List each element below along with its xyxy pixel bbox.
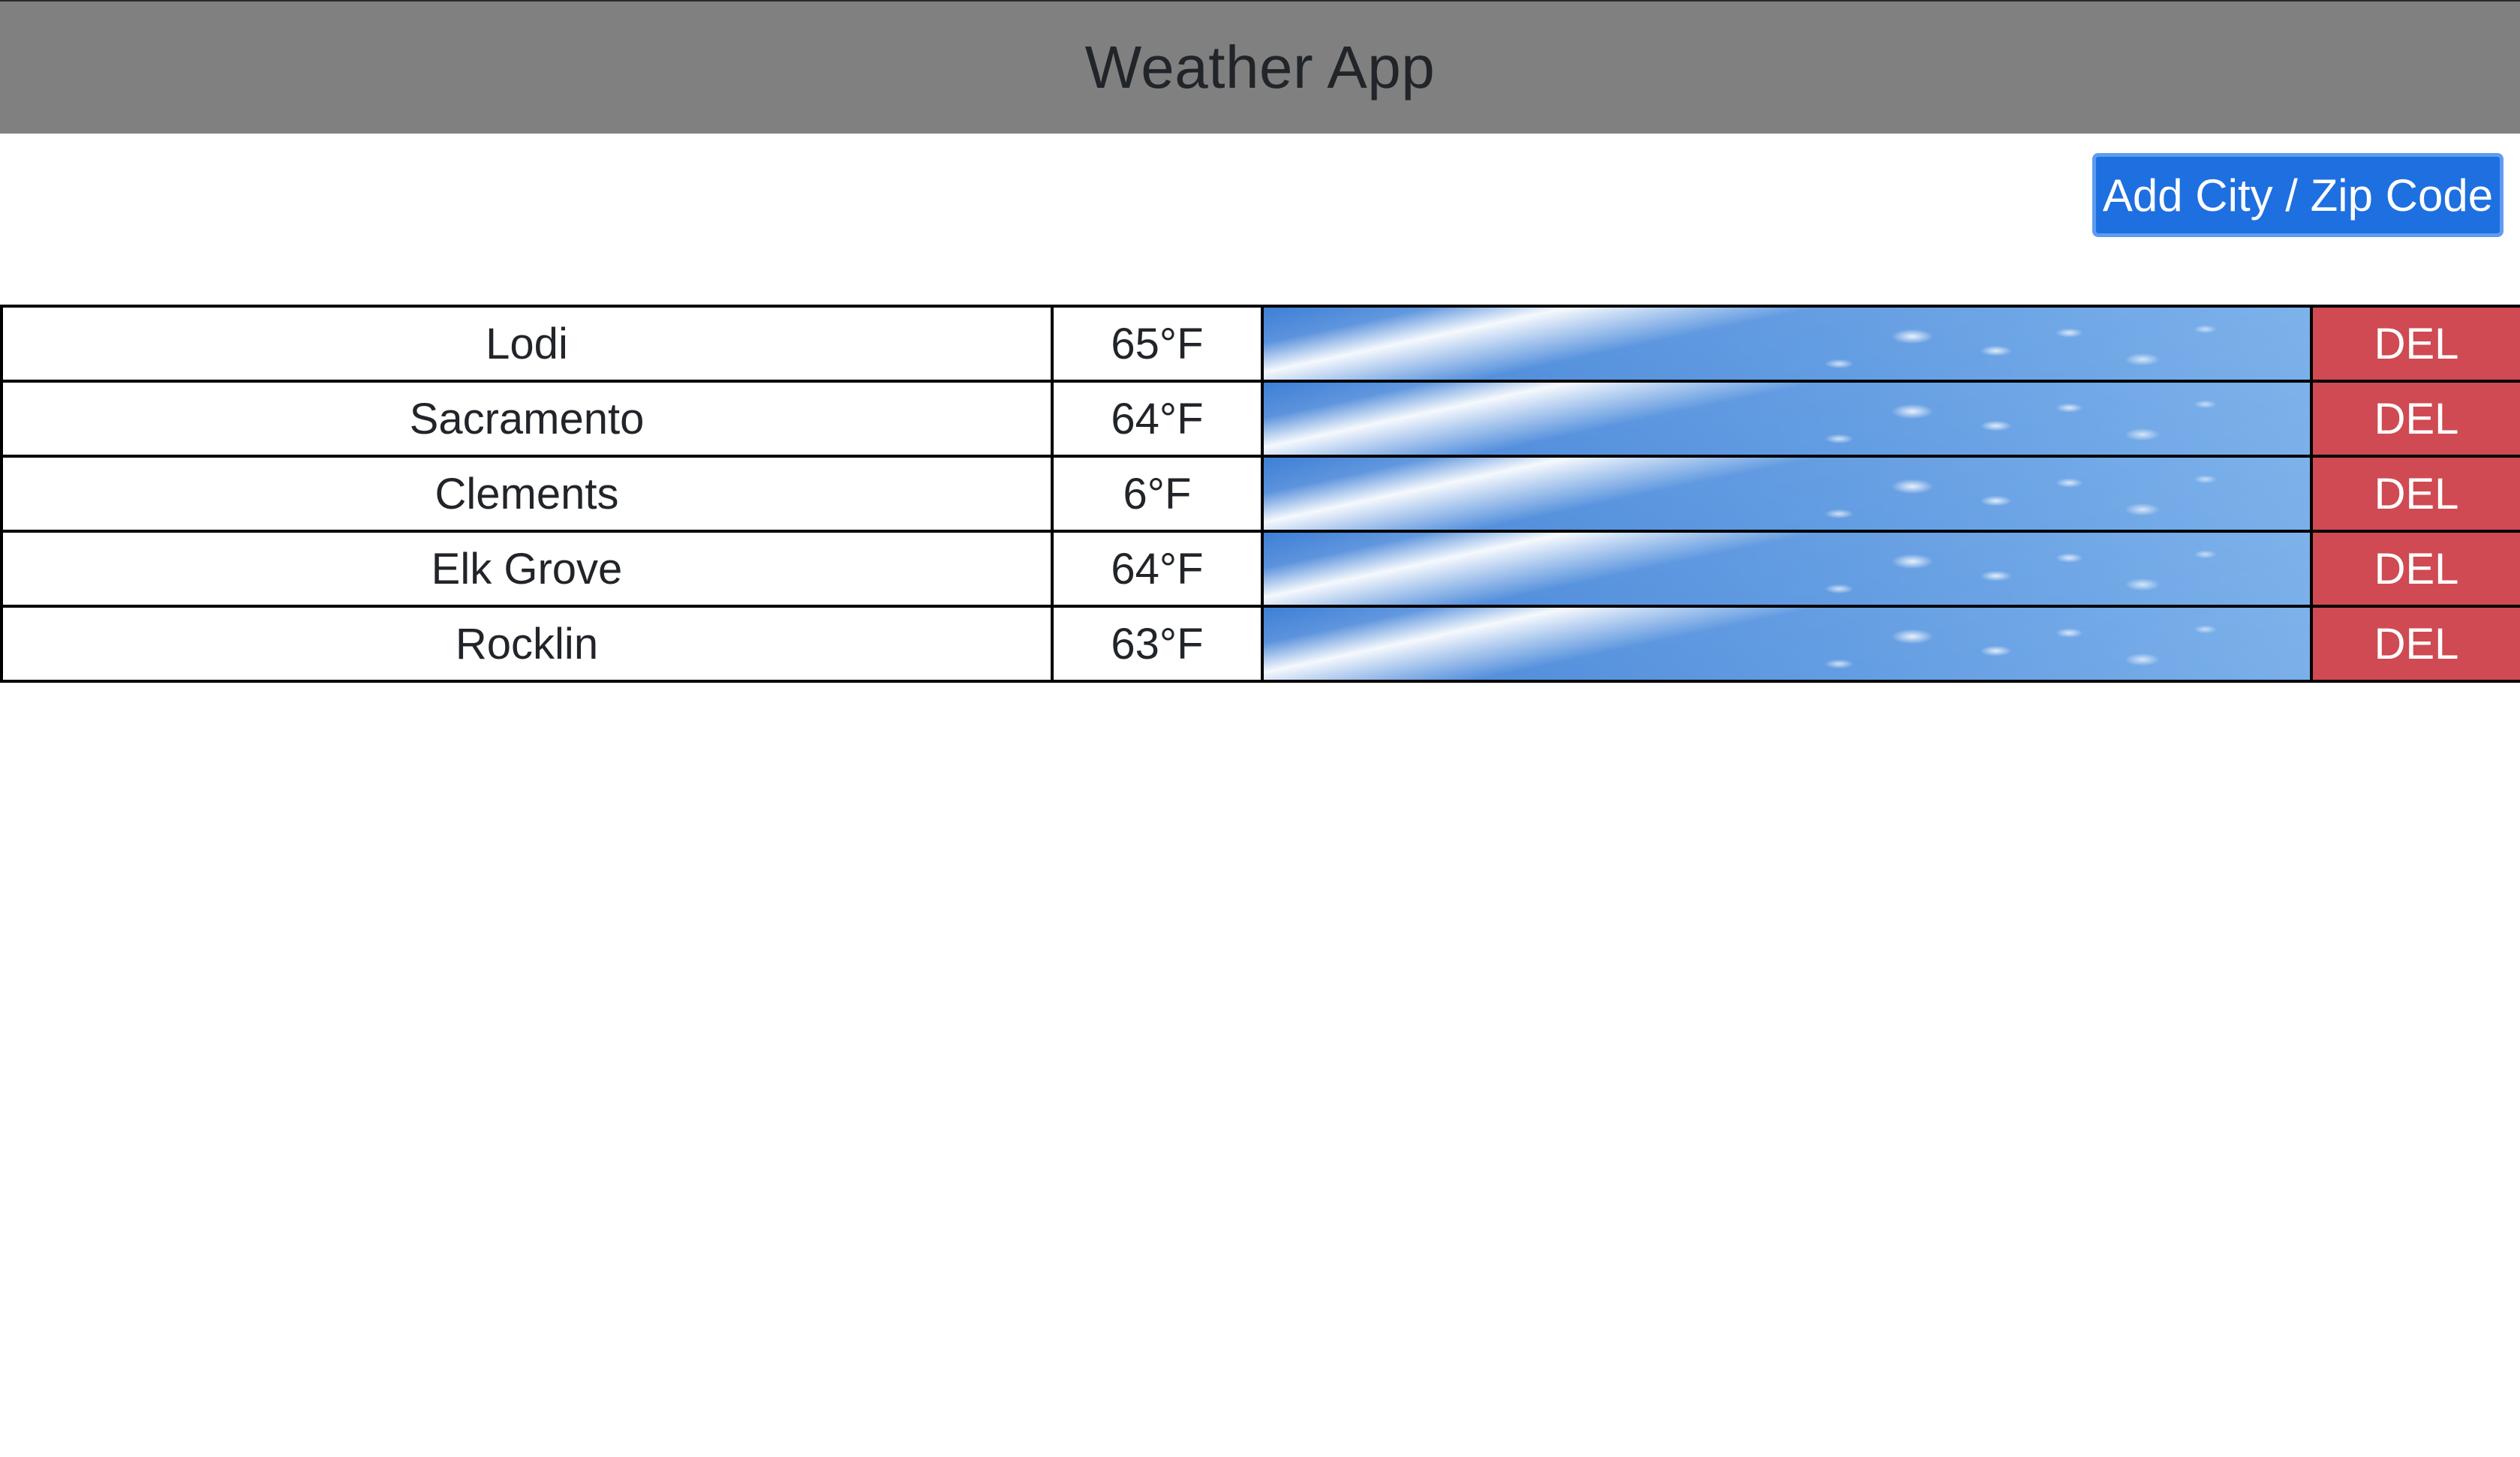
- delete-button[interactable]: DEL: [2310, 380, 2520, 458]
- sky-image: [1261, 305, 2313, 383]
- delete-button[interactable]: DEL: [2310, 455, 2520, 533]
- page-title: Weather App: [1084, 34, 1436, 101]
- city-name: Elk Grove: [0, 530, 1054, 608]
- toolbar: Add City / Zip Code: [0, 134, 2520, 306]
- city-table: Lodi 65°F DEL Sacramento 64°F DEL Clemen…: [0, 305, 2520, 683]
- city-temperature: 6°F: [1051, 455, 1264, 533]
- city-temperature: 63°F: [1051, 605, 1264, 683]
- table-row: Sacramento 64°F DEL: [0, 380, 2520, 458]
- table-row: Rocklin 63°F DEL: [0, 605, 2520, 683]
- table-row: Clements 6°F DEL: [0, 455, 2520, 533]
- delete-label: DEL: [2374, 469, 2459, 518]
- delete-label: DEL: [2374, 619, 2459, 668]
- delete-button[interactable]: DEL: [2310, 605, 2520, 683]
- city-name: Sacramento: [0, 380, 1054, 458]
- city-name: Lodi: [0, 305, 1054, 383]
- add-city-button[interactable]: Add City / Zip Code: [2092, 153, 2503, 237]
- sky-image: [1261, 530, 2313, 608]
- city-temperature: 64°F: [1051, 380, 1264, 458]
- table-row: Elk Grove 64°F DEL: [0, 530, 2520, 608]
- sky-image: [1261, 455, 2313, 533]
- delete-label: DEL: [2374, 394, 2459, 443]
- city-temperature: 64°F: [1051, 530, 1264, 608]
- city-temperature: 65°F: [1051, 305, 1264, 383]
- delete-label: DEL: [2374, 544, 2459, 593]
- app-header: Weather App: [0, 0, 2520, 134]
- delete-label: DEL: [2374, 319, 2459, 368]
- sky-image: [1261, 605, 2313, 683]
- city-name: Rocklin: [0, 605, 1054, 683]
- table-row: Lodi 65°F DEL: [0, 305, 2520, 383]
- delete-button[interactable]: DEL: [2310, 305, 2520, 383]
- city-name: Clements: [0, 455, 1054, 533]
- delete-button[interactable]: DEL: [2310, 530, 2520, 608]
- sky-image: [1261, 380, 2313, 458]
